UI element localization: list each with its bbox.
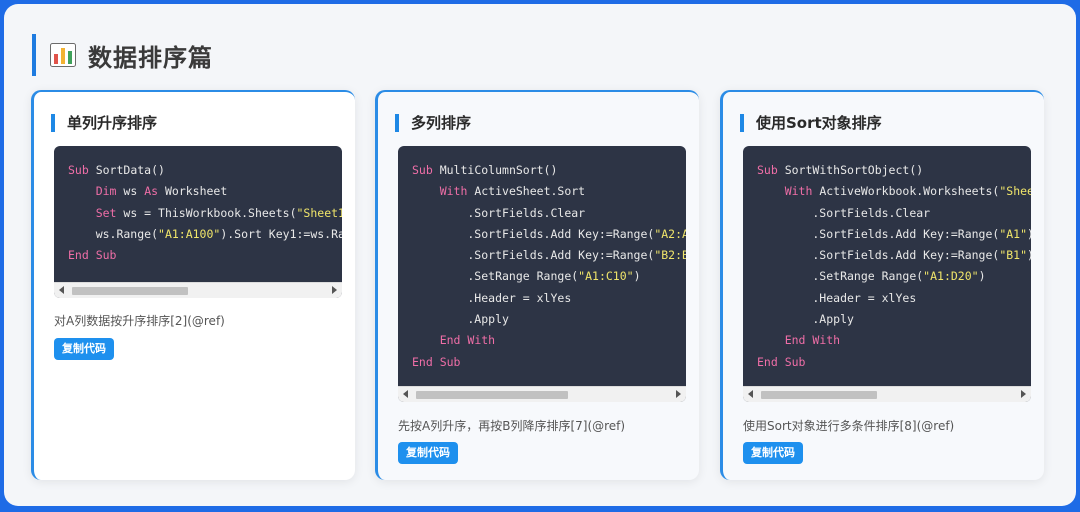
copy-code-button[interactable]: 复制代码 [398, 442, 458, 464]
code-line: .SetRange Range("A1:D20") [757, 269, 986, 284]
card-title: 使用Sort对象排序 [740, 114, 882, 132]
code-line: .SortFields.Add Key:=Range("A1"), Order:… [757, 226, 1031, 241]
code-line: End Sub [757, 354, 806, 369]
code-line: .SetRange Range("A1:C10") [412, 269, 641, 284]
code-line: .Apply [757, 312, 854, 327]
card-multi-column-sort: 多列排序 Sub MultiColumnSort() With ActiveSh… [375, 90, 699, 480]
code-line: ws.Range("A1:A100").Sort Key1:=ws.Range(… [68, 226, 342, 241]
code-line: .SortFields.Clear [412, 205, 586, 220]
code-area[interactable]: Sub MultiColumnSort() With ActiveSheet.S… [398, 146, 686, 384]
code-block: Sub SortData() Dim ws As Worksheet Set w… [54, 146, 342, 298]
scrollbar-thumb[interactable] [761, 391, 877, 399]
code-line: .Apply [412, 312, 509, 327]
code-line: End With [439, 333, 496, 348]
code-block: Sub MultiColumnSort() With ActiveSheet.S… [398, 146, 686, 402]
horizontal-scrollbar[interactable] [398, 386, 686, 402]
card-single-column-sort: 单列升序排序 Sub SortData() Dim ws As Workshee… [31, 90, 355, 480]
code-line: With ActiveWorkbook.Worksheets("Sheet1")… [784, 184, 1031, 199]
code-line: Sub SortData() [68, 163, 165, 177]
scroll-left-arrow-icon[interactable] [748, 390, 753, 398]
code-line: .Header = xlYes [412, 290, 572, 305]
scroll-right-arrow-icon[interactable] [1021, 390, 1026, 398]
card-title: 多列排序 [395, 114, 471, 132]
bar-chart-icon [50, 43, 76, 67]
copy-code-button[interactable]: 复制代码 [54, 338, 114, 360]
code-line: With ActiveSheet.Sort [439, 184, 586, 199]
card-sort-object: 使用Sort对象排序 Sub SortWithSortObject() With… [720, 90, 1044, 480]
card-description: 使用Sort对象进行多条件排序[8](@ref) [743, 419, 955, 433]
code-block: Sub SortWithSortObject() With ActiveWork… [743, 146, 1031, 402]
horizontal-scrollbar[interactable] [54, 282, 342, 298]
copy-code-button[interactable]: 复制代码 [743, 442, 803, 464]
code-area[interactable]: Sub SortWithSortObject() With ActiveWork… [743, 146, 1031, 384]
code-line: Sub MultiColumnSort() [412, 163, 558, 177]
code-line: .SortFields.Add Key:=Range("B2:B10"), Or… [412, 248, 686, 263]
code-line: Set ws = ThisWorkbook.Sheets("Sheet1") [95, 205, 342, 220]
code-line: .Header = xlYes [757, 290, 917, 305]
scroll-right-arrow-icon[interactable] [676, 390, 681, 398]
scroll-left-arrow-icon[interactable] [59, 286, 64, 294]
scroll-right-arrow-icon[interactable] [332, 286, 337, 294]
cards-container: 单列升序排序 Sub SortData() Dim ws As Workshee… [31, 90, 1051, 482]
code-line: .SortFields.Add Key:=Range("A2:A10"), Or… [412, 226, 686, 241]
code-area[interactable]: Sub SortData() Dim ws As Worksheet Set w… [54, 146, 342, 280]
horizontal-scrollbar[interactable] [743, 386, 1031, 402]
code-line: End With [784, 333, 841, 348]
scrollbar-thumb[interactable] [416, 391, 568, 399]
code-line: Dim ws As Worksheet [95, 184, 228, 199]
scrollbar-thumb[interactable] [72, 287, 188, 295]
code-line: End Sub [412, 354, 461, 369]
code-line: Sub SortWithSortObject() [757, 163, 924, 177]
card-title: 单列升序排序 [51, 114, 157, 132]
card-description: 先按A列升序，再按B列降序排序[7](@ref) [398, 419, 626, 433]
code-line: End Sub [68, 248, 117, 263]
page-title: 数据排序篇 [88, 43, 213, 72]
page-header: 数据排序篇 [32, 34, 213, 76]
code-line: .SortFields.Add Key:=Range("B1"), Order:… [757, 248, 1031, 263]
app-frame: 数据排序篇 单列升序排序 Sub SortData() Dim ws As Wo… [4, 4, 1076, 506]
code-line: .SortFields.Clear [757, 205, 931, 220]
card-description: 对A列数据按升序排序[2](@ref) [54, 314, 225, 328]
scroll-left-arrow-icon[interactable] [403, 390, 408, 398]
